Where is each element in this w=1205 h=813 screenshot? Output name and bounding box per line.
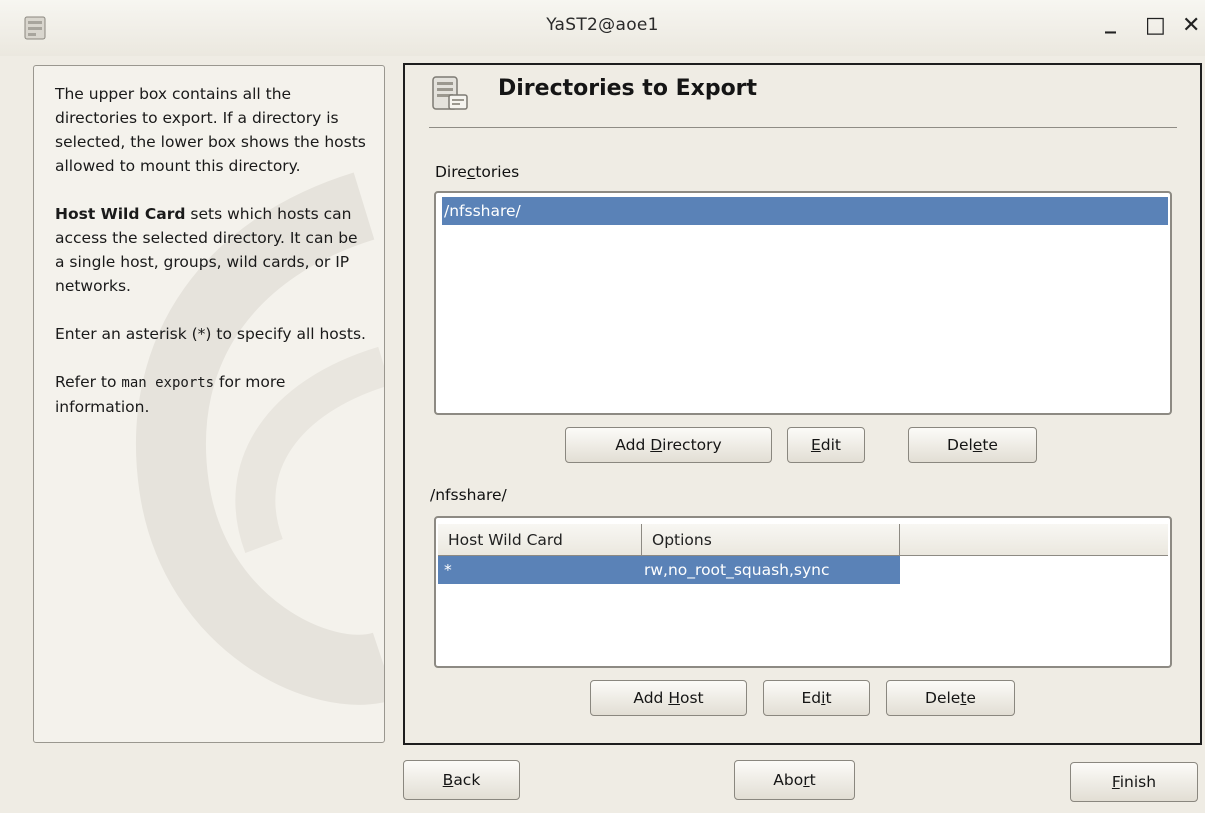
help-text: The upper box contains all the directori…: [55, 82, 370, 443]
edit-host-label-pre: Ed: [801, 689, 822, 707]
maximize-icon[interactable]: □: [1145, 14, 1166, 38]
column-header-host-wild-card[interactable]: Host Wild Card: [438, 524, 642, 556]
directories-label-post: tories: [475, 163, 520, 181]
main-panel: Directories to Export Directories /nfssh…: [403, 63, 1202, 745]
delete-directory-mnemonic: e: [972, 436, 983, 454]
back-button[interactable]: Back: [403, 760, 520, 800]
delete-directory-label-pre: Del: [947, 436, 973, 454]
add-host-label-post: ost: [679, 689, 704, 707]
directories-label-pre: Dire: [435, 163, 467, 181]
delete-host-button[interactable]: Delete: [886, 680, 1015, 716]
directories-label: Directories: [435, 163, 519, 181]
abort-label-pre: Abo: [773, 771, 804, 789]
delete-host-label-pre: Dele: [925, 689, 961, 707]
column-header-options[interactable]: Options: [642, 524, 900, 556]
server-folder-icon: [432, 76, 468, 110]
add-directory-mnemonic: D: [650, 436, 663, 454]
yast-window: YaST2@aoe1 _ □ ✕ The upper box contains …: [0, 0, 1205, 813]
table-row[interactable]: * rw,no_root_squash,sync: [438, 556, 900, 584]
edit-directory-mnemonic: E: [810, 436, 821, 454]
edit-host-button[interactable]: Edit: [763, 680, 870, 716]
add-host-label-pre: Add: [633, 689, 669, 707]
back-label-post: ack: [453, 771, 481, 789]
abort-label-post: t: [809, 771, 816, 789]
back-mnemonic: B: [442, 771, 454, 789]
list-item[interactable]: /nfsshare/: [442, 197, 1168, 225]
help-paragraph-refer: Refer to man exports for more informatio…: [55, 370, 370, 419]
help-paragraph-intro: The upper box contains all the directori…: [55, 85, 366, 175]
add-directory-label-post: irectory: [662, 436, 722, 454]
page-title: Directories to Export: [498, 76, 758, 101]
delete-host-label-post: e: [966, 689, 976, 707]
selected-directory-label: /nfsshare/: [430, 486, 507, 504]
help-refer-pre: Refer to: [55, 373, 122, 391]
cell-options: rw,no_root_squash,sync: [644, 561, 830, 579]
title-bar: YaST2@aoe1 _ □ ✕: [0, 0, 1205, 56]
column-header-filler: [900, 524, 1168, 556]
hosts-table[interactable]: Host Wild Card Options * rw,no_root_squa…: [434, 516, 1172, 668]
cell-host-wild-card: *: [444, 561, 452, 579]
minimize-icon[interactable]: _: [1105, 10, 1116, 34]
add-directory-label-pre: Add: [615, 436, 651, 454]
help-paragraph-asterisk: Enter an asterisk (*) to specify all hos…: [55, 325, 366, 343]
title-divider: [429, 127, 1177, 128]
close-icon[interactable]: ✕: [1182, 14, 1200, 38]
add-directory-button[interactable]: Add Directory: [565, 427, 772, 463]
help-panel: The upper box contains all the directori…: [33, 65, 385, 743]
add-host-button[interactable]: Add Host: [590, 680, 747, 716]
delete-directory-button[interactable]: Delete: [908, 427, 1037, 463]
finish-mnemonic: F: [1111, 773, 1120, 791]
directories-list[interactable]: /nfsshare/: [434, 191, 1172, 415]
edit-directory-button[interactable]: Edit: [787, 427, 865, 463]
finish-button[interactable]: Finish: [1070, 762, 1198, 802]
finish-label-post: inish: [1119, 773, 1157, 791]
help-term-host-wild-card: Host Wild Card: [55, 205, 186, 223]
add-host-mnemonic: H: [668, 689, 680, 707]
abort-button[interactable]: Abort: [734, 760, 855, 800]
help-man-command: man exports: [121, 375, 215, 391]
help-paragraph-wildcard: Host Wild Card sets which hosts can acce…: [55, 202, 370, 298]
edit-directory-label-post: dit: [820, 436, 842, 454]
edit-host-label-post: t: [825, 689, 832, 707]
delete-directory-label-post: te: [982, 436, 998, 454]
window-title: YaST2@aoe1: [546, 15, 659, 35]
